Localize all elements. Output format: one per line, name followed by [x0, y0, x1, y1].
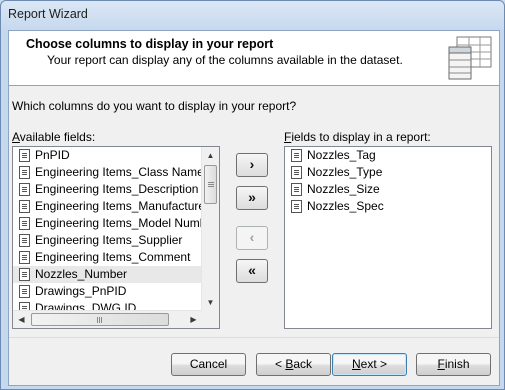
list-item-label: Nozzles_Type — [307, 165, 383, 179]
finish-button[interactable]: Finish — [416, 353, 491, 376]
header-title: Choose columns to display in your report — [26, 37, 274, 51]
available-fields-list[interactable]: PnPID Engineering Items_Class Name Enginee… — [12, 146, 220, 329]
wizard-client-area: Choose columns to display in your report… — [8, 30, 500, 386]
field-icon — [291, 166, 302, 179]
remove-field-button[interactable]: ‹ — [236, 226, 268, 250]
back-button[interactable]: < Back — [256, 353, 331, 376]
list-item-label: Engineering Items_Class Name — [35, 165, 204, 179]
horizontal-scroll-thumb[interactable] — [31, 313, 169, 326]
back-button-rest: ack — [293, 357, 313, 371]
field-icon — [19, 200, 30, 213]
list-item-label: Engineering Items_Model Number — [35, 216, 218, 230]
available-fields-label-accel: A — [12, 130, 20, 144]
field-icon — [19, 183, 30, 196]
list-item-label: Nozzles_Size — [307, 182, 380, 196]
field-icon — [19, 285, 30, 298]
list-item-label: PnPID — [35, 148, 70, 162]
table-columns-icon — [448, 36, 492, 80]
add-field-button[interactable]: › — [236, 153, 268, 177]
scrollbar-corner — [202, 311, 219, 328]
field-icon — [19, 234, 30, 247]
list-item-label: Engineering Items_Comment — [35, 250, 191, 264]
back-button-prefix: < — [274, 357, 286, 371]
selected-fields-label: Fields to display in a report: — [284, 130, 431, 144]
selected-fields-list[interactable]: Nozzles_Tag Nozzles_Type Nozzles_Size Nozzl… — [284, 146, 492, 329]
horizontal-scroll-grip — [97, 316, 103, 323]
selected-fields-items: Nozzles_Tag Nozzles_Type Nozzles_Size Nozzl… — [285, 147, 491, 215]
field-icon — [291, 200, 302, 213]
selected-fields-label-rest: ields to display in a report: — [291, 130, 431, 144]
list-item[interactable]: PnPID — [13, 147, 201, 164]
finish-button-accel: F — [437, 357, 445, 371]
next-button-rest: ext > — [360, 357, 388, 371]
list-item[interactable]: Engineering Items_Comment — [13, 249, 201, 266]
list-item-label: Nozzles_Tag — [307, 148, 376, 162]
vertical-scroll-thumb[interactable] — [204, 165, 217, 204]
next-button-accel: N — [351, 357, 361, 371]
field-icon — [19, 251, 30, 264]
list-item-label: Engineering Items_Supplier — [35, 233, 183, 247]
add-all-fields-button[interactable]: » — [236, 186, 268, 210]
header-subtitle: Your report can display any of the colum… — [47, 53, 403, 67]
list-item[interactable]: Engineering Items_Model Number — [13, 215, 217, 232]
list-item[interactable]: Engineering Items_Description — [13, 181, 201, 198]
question-label: Which columns do you want to display in … — [12, 99, 297, 113]
list-item[interactable]: Nozzles_Tag — [285, 147, 491, 164]
cancel-button[interactable]: Cancel — [171, 353, 246, 376]
report-wizard-window: Report Wizard Choose columns to display … — [0, 0, 505, 390]
list-item[interactable]: Nozzles_Type — [285, 164, 491, 181]
scroll-down-arrow-icon[interactable]: ▼ — [202, 294, 219, 311]
scroll-left-arrow-icon[interactable]: ◀ — [13, 311, 30, 328]
field-icon — [19, 166, 30, 179]
finish-button-rest: inish — [444, 357, 470, 371]
available-vertical-scrollbar[interactable]: ▲ ▼ — [201, 147, 219, 311]
list-item[interactable]: Drawings_PnPID — [13, 283, 201, 300]
remove-all-fields-button[interactable]: « — [236, 259, 268, 283]
vertical-scroll-grip — [207, 181, 214, 188]
wizard-header: Choose columns to display in your report… — [9, 31, 499, 86]
available-horizontal-scrollbar[interactable]: ◀ ▶ — [13, 310, 202, 328]
list-item-label: Drawings_PnPID — [35, 284, 127, 298]
scroll-right-arrow-icon[interactable]: ▶ — [185, 311, 202, 328]
next-button[interactable]: Next > — [332, 353, 407, 376]
list-item-label: Nozzles_Spec — [307, 199, 384, 213]
list-item[interactable]: Nozzles_Size — [285, 181, 491, 198]
list-item[interactable]: Engineering Items_Class Name — [13, 164, 204, 181]
available-fields-items: PnPID Engineering Items_Class Name Enginee… — [13, 147, 217, 317]
list-item-label: Nozzles_Number — [35, 267, 128, 281]
title-bar[interactable]: Report Wizard — [1, 1, 504, 29]
list-item[interactable]: Engineering Items_Manufacturer — [13, 198, 209, 215]
list-item-label: Engineering Items_Description — [35, 182, 199, 196]
list-item[interactable]: Nozzles_Number — [13, 266, 201, 283]
scroll-up-arrow-icon[interactable]: ▲ — [202, 147, 219, 164]
available-fields-label-rest: vailable fields: — [19, 130, 96, 144]
field-icon — [19, 149, 30, 162]
list-item-label: Engineering Items_Manufacturer — [35, 199, 210, 213]
available-fields-label: Available fields: — [12, 130, 95, 144]
field-icon — [291, 183, 302, 196]
footer-divider — [9, 337, 499, 338]
list-item[interactable]: Engineering Items_Supplier — [13, 232, 201, 249]
field-icon — [19, 268, 30, 281]
field-icon — [291, 149, 302, 162]
list-item[interactable]: Nozzles_Spec — [285, 198, 491, 215]
window-title: Report Wizard — [8, 7, 88, 21]
field-icon — [19, 217, 30, 230]
